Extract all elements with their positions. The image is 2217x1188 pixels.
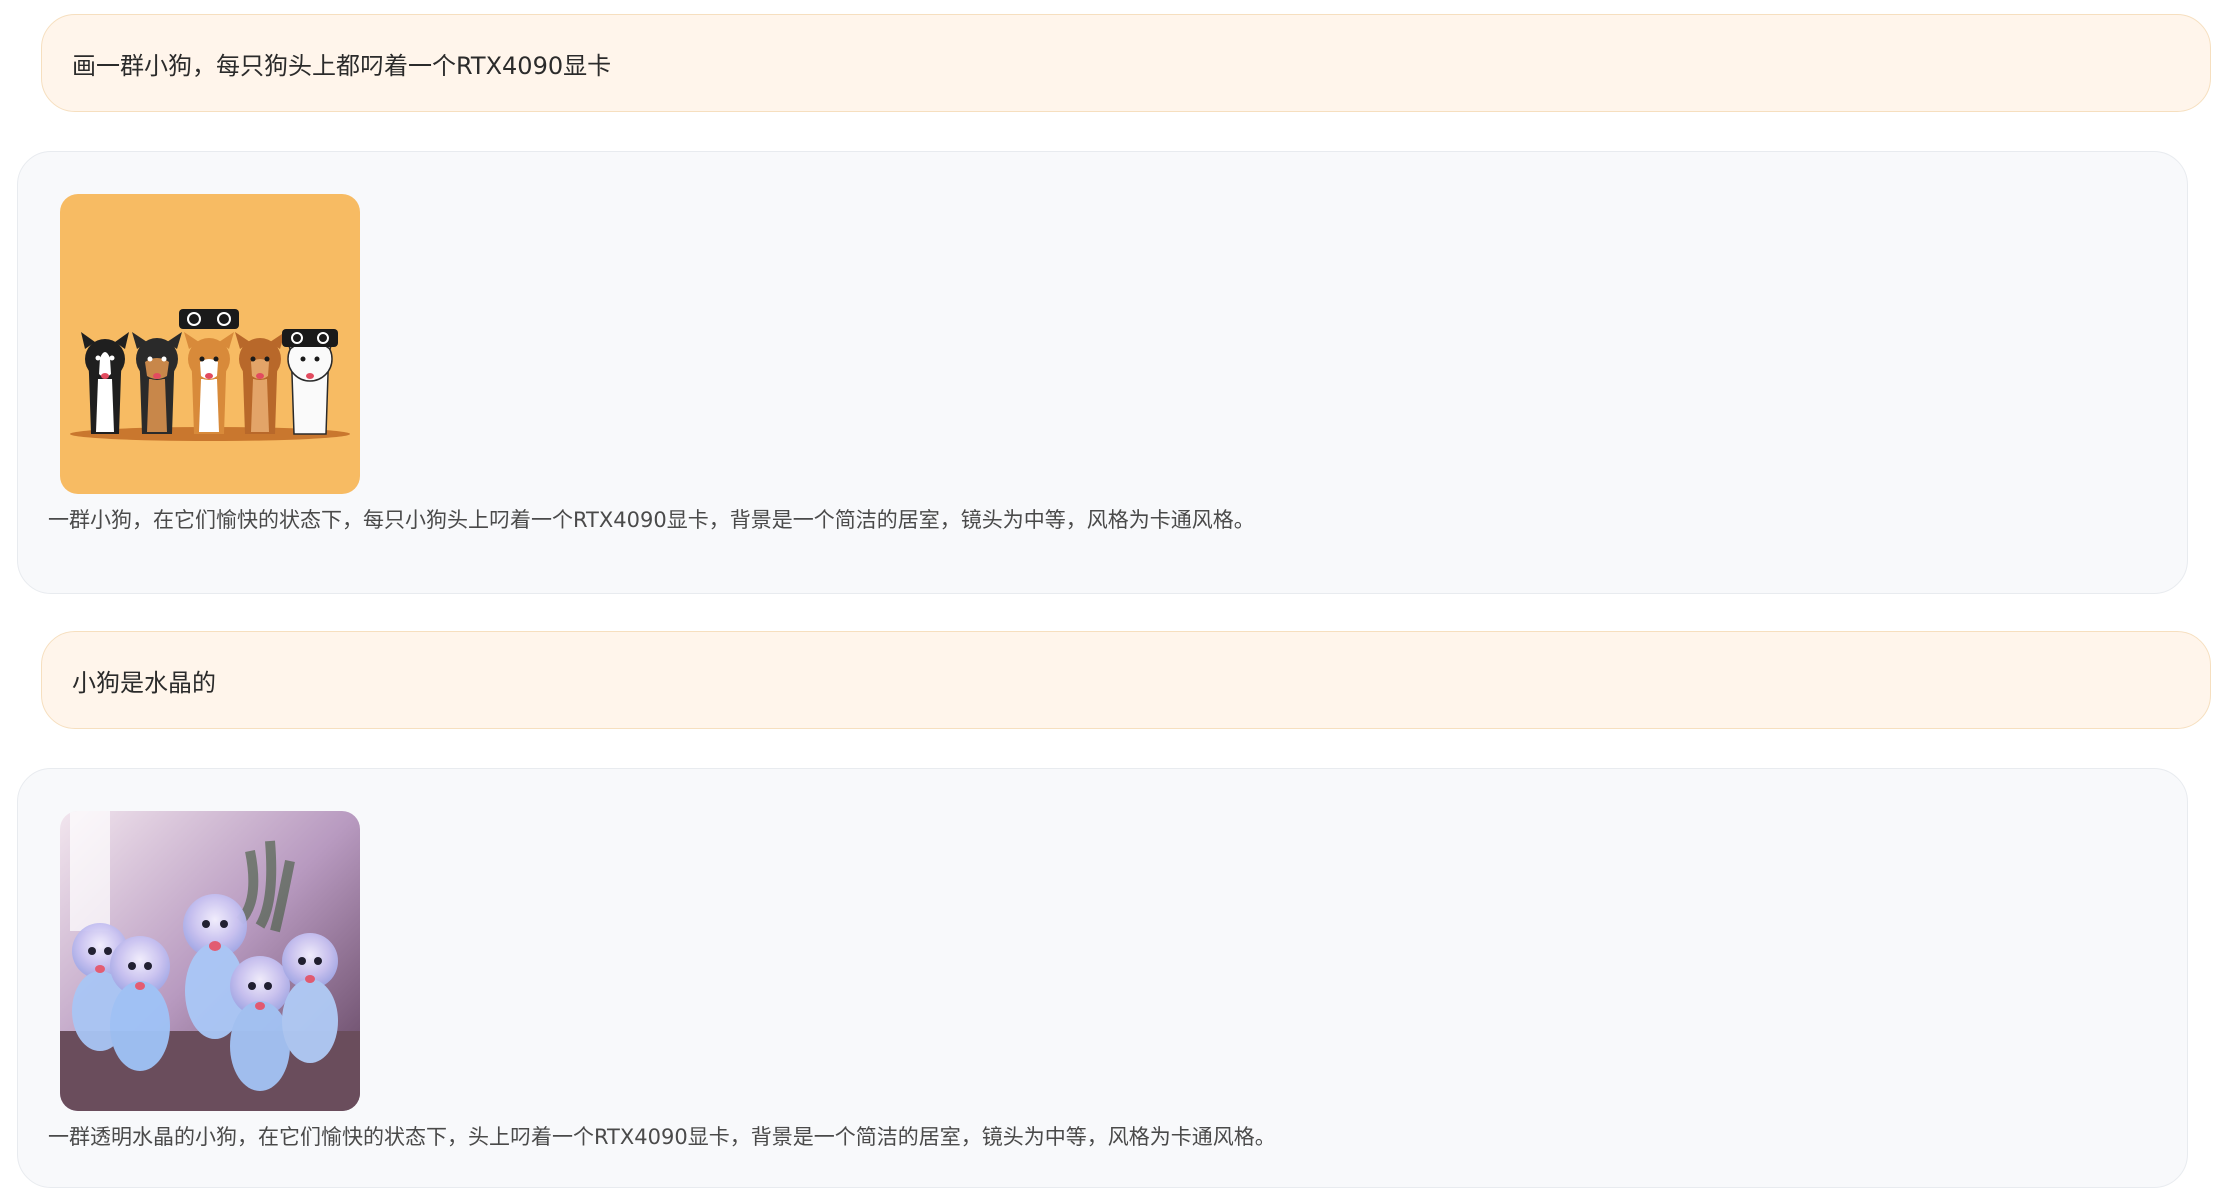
user-message: 小狗是水晶的 [41, 631, 2211, 729]
image-caption: 一群小狗，在它们愉快的状态下，每只小狗头上叼着一个RTX4090显卡，背景是一个… [48, 508, 1255, 532]
assistant-message: 一群小狗，在它们愉快的状态下，每只小狗头上叼着一个RTX4090显卡，背景是一个… [17, 151, 2188, 594]
user-message: 画一群小狗，每只狗头上都叼着一个RTX4090显卡 [41, 14, 2211, 112]
assistant-message: 一群透明水晶的小狗，在它们愉快的状态下，头上叼着一个RTX4090显卡，背景是一… [17, 768, 2188, 1188]
crystal-puppies-image[interactable] [60, 811, 360, 1111]
user-message-text: 画一群小狗，每只狗头上都叼着一个RTX4090显卡 [72, 51, 612, 80]
image-caption: 一群透明水晶的小狗，在它们愉快的状态下，头上叼着一个RTX4090显卡，背景是一… [48, 1125, 1276, 1149]
cartoon-puppies-image[interactable] [60, 194, 360, 494]
user-message-text: 小狗是水晶的 [72, 668, 216, 697]
